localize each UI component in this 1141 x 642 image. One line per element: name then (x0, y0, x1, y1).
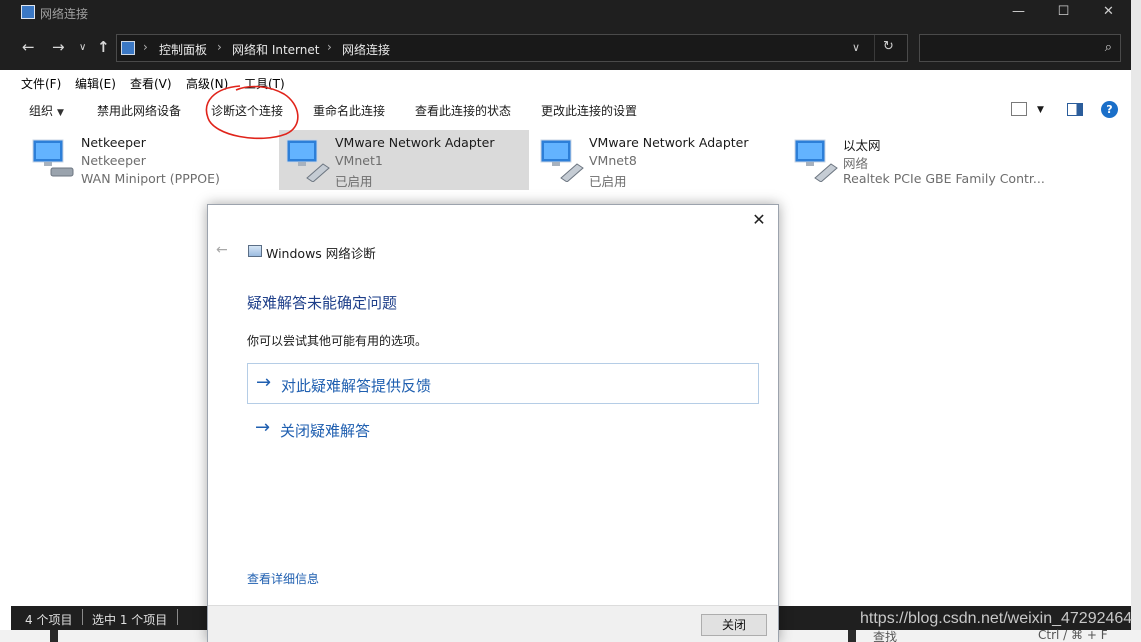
dialog-heading: 疑难解答未能确定问题 (247, 294, 398, 312)
menu-advanced[interactable]: 高级(N) (186, 75, 228, 92)
menu-bar: 文件(F) 编辑(E) 查看(V) 高级(N) 工具(T) (11, 70, 1131, 94)
breadcrumb-separator: › (143, 40, 148, 54)
close-icon[interactable]: ✕ (748, 209, 770, 231)
background-window-edge (1131, 0, 1141, 642)
feedback-option[interactable]: → 对此疑难解答提供反馈 (247, 363, 759, 404)
connection-item-netkeeper[interactable]: Netkeeper Netkeeper WAN Miniport (PPPOE) (25, 130, 275, 190)
search-icon[interactable]: ⌕ (1105, 40, 1112, 55)
connection-name: Netkeeper (81, 135, 146, 150)
feedback-option-label: 对此疑难解答提供反馈 (281, 377, 432, 395)
control-panel-icon (121, 41, 135, 55)
close-button[interactable]: ✕ (1086, 0, 1131, 26)
menu-view[interactable]: 查看(V) (130, 75, 172, 92)
dialup-network-icon (32, 139, 74, 177)
rename-connection-button[interactable]: 重命名此连接 (313, 102, 385, 119)
connection-network: 网络 (843, 156, 869, 171)
connection-network: Netkeeper (81, 153, 146, 168)
background-find-label: 查找 (873, 630, 898, 642)
organize-button[interactable]: 组织 ▼ (29, 102, 64, 119)
connection-device: Realtek PCIe GBE Family Contr... (843, 171, 1045, 186)
close-dialog-button[interactable]: 关闭 (701, 614, 767, 636)
menu-tools[interactable]: 工具(T) (244, 75, 285, 92)
recent-locations-chevron-icon[interactable]: ∨ (79, 42, 86, 53)
connection-network: VMnet1 (335, 153, 383, 168)
command-bar: 组织 ▼ 禁用此网络设备 诊断这个连接 重命名此连接 查看此连接的状态 更改此连接… (11, 94, 1131, 126)
change-view-icon[interactable] (1011, 102, 1027, 116)
network-folder-icon (21, 5, 35, 19)
connection-network: VMnet8 (589, 153, 637, 168)
breadcrumb-control-panel[interactable]: 控制面板 (159, 41, 207, 58)
back-arrow-icon[interactable]: ← (216, 242, 228, 258)
organize-label: 组织 (29, 104, 54, 118)
dropdown-caret-icon: ▼ (57, 108, 64, 118)
dialog-footer: 关闭 (208, 605, 778, 642)
ethernet-adapter-icon (286, 139, 330, 182)
search-input[interactable]: ⌕ (919, 34, 1121, 62)
close-troubleshooter-label: 关闭疑难解答 (280, 422, 371, 440)
breadcrumb-network-connections[interactable]: 网络连接 (342, 41, 390, 58)
close-troubleshooter-option[interactable]: → 关闭疑难解答 (247, 409, 759, 450)
address-bar[interactable]: › 控制面板 › 网络和 Internet › 网络连接 ∨ ↻ (116, 34, 908, 62)
address-row: ← → ∨ ↑ › 控制面板 › 网络和 Internet › 网络连接 ∨ ↻… (0, 26, 1131, 70)
status-divider (82, 609, 83, 625)
breadcrumb-separator[interactable]: › (217, 40, 222, 54)
breadcrumb-separator[interactable]: › (327, 40, 332, 54)
help-icon[interactable]: ? (1101, 101, 1118, 118)
ethernet-adapter-icon (540, 139, 584, 182)
menu-file[interactable]: 文件(F) (21, 75, 61, 92)
connection-name: VMware Network Adapter (335, 135, 495, 150)
ethernet-adapter-icon (794, 139, 838, 182)
disable-device-button[interactable]: 禁用此网络设备 (97, 102, 181, 119)
view-options-caret-icon[interactable]: ▼ (1037, 105, 1044, 115)
network-diagnostics-dialog: ✕ ← Windows 网络诊断 疑难解答未能确定问题 你可以尝试其他可能有用的… (207, 204, 779, 642)
change-settings-button[interactable]: 更改此连接的设置 (541, 102, 637, 119)
minimize-button[interactable]: — (996, 0, 1041, 26)
connection-item-vmnet8[interactable]: VMware Network Adapter VMnet8 已启用 (533, 130, 783, 190)
up-arrow-icon[interactable]: ↑ (97, 38, 110, 56)
maximize-button[interactable]: ☐ (1041, 0, 1086, 26)
network-diagnostics-icon (248, 245, 262, 257)
preview-pane-icon[interactable] (1067, 103, 1083, 116)
connection-status: 已启用 (335, 174, 373, 189)
connection-item-ethernet[interactable]: 以太网 网络 Realtek PCIe GBE Family Contr... (787, 130, 1047, 190)
window-title: 网络连接 (40, 7, 89, 21)
dialog-title: Windows 网络诊断 (266, 246, 376, 261)
item-count: 4 个项目 (25, 613, 73, 627)
connection-name: VMware Network Adapter (589, 135, 749, 150)
back-arrow-icon[interactable]: ← (22, 38, 35, 56)
refresh-icon[interactable]: ↻ (883, 39, 894, 54)
connection-name: 以太网 (843, 138, 881, 153)
view-details-link[interactable]: 查看详细信息 (247, 570, 319, 587)
title-bar: 网络连接 — ☐ ✕ (0, 0, 1131, 26)
status-divider (177, 609, 178, 625)
connection-device: WAN Miniport (PPPOE) (81, 171, 220, 186)
selected-count: 选中 1 个项目 (92, 613, 168, 627)
arrow-right-icon: → (256, 372, 272, 393)
menu-edit[interactable]: 编辑(E) (75, 75, 116, 92)
watermark: https://blog.csdn.net/weixin_47292464 (860, 610, 1133, 627)
background-panel (0, 630, 50, 642)
arrow-right-icon: → (255, 417, 271, 438)
dialog-description: 你可以尝试其他可能有用的选项。 (247, 334, 428, 348)
forward-arrow-icon[interactable]: → (52, 38, 65, 56)
divider (874, 35, 875, 61)
chevron-down-icon[interactable]: ∨ (852, 41, 860, 54)
view-status-button[interactable]: 查看此连接的状态 (415, 102, 511, 119)
connection-item-vmnet1[interactable]: VMware Network Adapter VMnet1 已启用 (279, 130, 529, 190)
breadcrumb-network-internet[interactable]: 网络和 Internet (232, 41, 319, 58)
background-shortcut-label: Ctrl / ⌘ + F (1038, 628, 1108, 642)
diagnose-connection-button[interactable]: 诊断这个连接 (211, 102, 283, 119)
connection-status: 已启用 (589, 174, 627, 189)
